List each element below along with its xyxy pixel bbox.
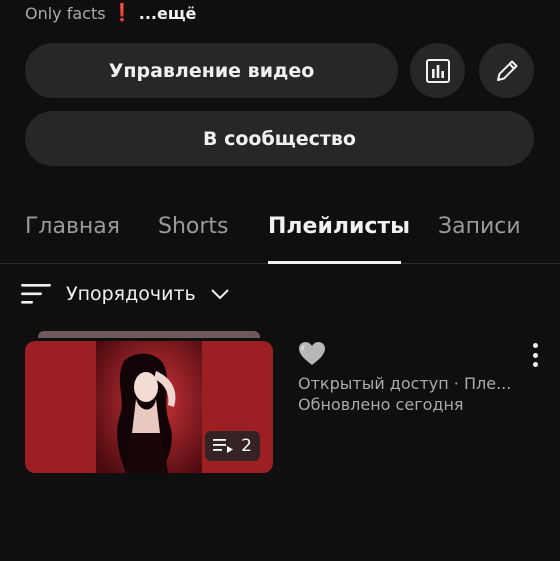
- playlist-stack-edge: [38, 331, 260, 338]
- description-text: Only facts: [25, 3, 106, 23]
- more-link[interactable]: ...ещё: [139, 4, 197, 23]
- video-count: 2: [241, 436, 252, 456]
- sort-dropdown[interactable]: Упорядочить: [20, 278, 230, 310]
- manage-video-label: Управление видео: [108, 59, 315, 82]
- video-count-badge: 2: [205, 431, 260, 461]
- more-vertical-icon[interactable]: [525, 343, 545, 367]
- analytics-button[interactable]: [410, 43, 465, 98]
- sort-lines-icon: [21, 284, 51, 304]
- chevron-down-icon: [211, 289, 229, 300]
- playlist-visibility: Открытый доступ · Пле...: [298, 374, 512, 393]
- playlist-updated: Обновлено сегодня: [298, 395, 464, 414]
- playlist-item[interactable]: 2 Открытый доступ · Пле... Обновлено сег…: [25, 331, 545, 476]
- playlist-icon: [213, 439, 234, 453]
- tab-home[interactable]: Главная: [25, 214, 120, 239]
- sort-label: Упорядочить: [66, 283, 196, 305]
- active-tab-indicator: [268, 261, 401, 264]
- tab-playlists[interactable]: Плейлисты: [268, 214, 410, 239]
- pencil-icon: [496, 60, 517, 81]
- manage-video-button[interactable]: Управление видео: [25, 43, 398, 98]
- channel-page: Only facts ❗ ...ещё Управление видео В с…: [0, 0, 560, 561]
- thumbnail-photo: [96, 341, 202, 473]
- grey-heart-icon: [299, 342, 325, 365]
- channel-tabs: Главная Shorts Плейлисты Записи: [0, 200, 560, 264]
- exclamation-icon: ❗: [111, 3, 133, 23]
- tab-shorts[interactable]: Shorts: [158, 214, 229, 239]
- community-label: В сообщество: [203, 127, 356, 150]
- bar-chart-icon: [425, 58, 450, 83]
- playlist-thumbnail[interactable]: 2: [25, 341, 273, 473]
- tab-posts[interactable]: Записи: [438, 214, 521, 239]
- edit-channel-button[interactable]: [479, 43, 534, 98]
- channel-description[interactable]: Only facts ❗ ...ещё: [25, 2, 196, 24]
- community-button[interactable]: В сообщество: [25, 111, 534, 166]
